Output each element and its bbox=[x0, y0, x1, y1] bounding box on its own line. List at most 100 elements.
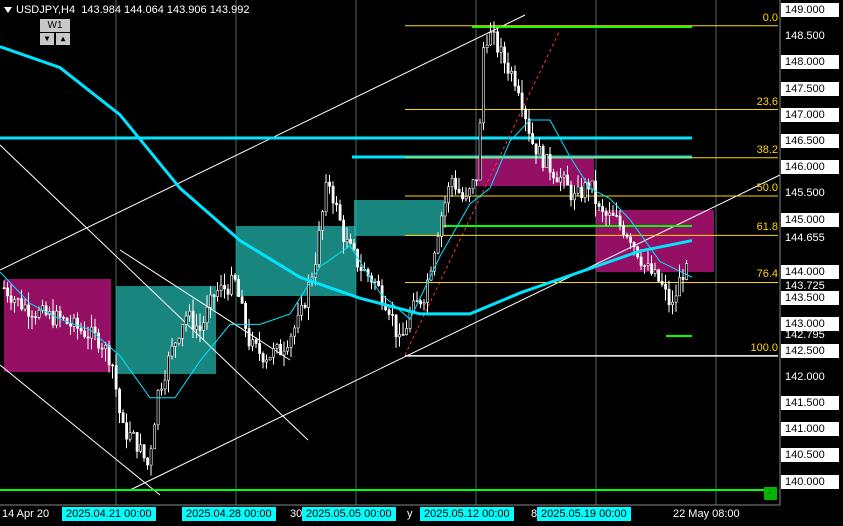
candle-body bbox=[9, 295, 13, 303]
zone-rect bbox=[596, 210, 714, 272]
candle-body bbox=[377, 280, 381, 286]
candle-body bbox=[90, 326, 94, 339]
candle-body bbox=[72, 317, 76, 327]
candle-body bbox=[643, 265, 647, 267]
candle-body bbox=[240, 296, 244, 304]
candle-body bbox=[506, 62, 510, 74]
candle-body bbox=[513, 70, 517, 87]
candle-body bbox=[359, 266, 363, 271]
candle-body bbox=[538, 146, 542, 155]
candle-body bbox=[566, 174, 570, 186]
candle-body bbox=[450, 178, 454, 188]
candle-body bbox=[436, 236, 440, 254]
candle-body bbox=[482, 47, 486, 124]
time-label: 30 bbox=[290, 508, 303, 520]
candle-body bbox=[303, 304, 307, 308]
corner-button[interactable]: - bbox=[764, 487, 777, 500]
trend-line bbox=[129, 174, 781, 491]
candle-body bbox=[653, 269, 657, 274]
price-label: 147.500 bbox=[781, 81, 839, 96]
price-label: 143.500 bbox=[781, 291, 839, 306]
candle-body bbox=[293, 327, 297, 337]
price-label: 147.000 bbox=[781, 107, 839, 122]
candle-body bbox=[191, 310, 195, 330]
fib-label: 0.0 bbox=[762, 11, 778, 24]
candle-body bbox=[597, 203, 601, 207]
candle-body bbox=[618, 215, 622, 226]
dropdown-triangle-icon[interactable] bbox=[4, 7, 12, 14]
candle-body bbox=[503, 46, 507, 64]
candle-body bbox=[324, 181, 328, 212]
candle-body bbox=[13, 299, 17, 303]
candle-body bbox=[615, 215, 619, 217]
candle-body bbox=[632, 242, 636, 247]
candle-body bbox=[69, 323, 73, 327]
candle-body bbox=[408, 311, 412, 329]
time-label: 2025.05.19 00:00 bbox=[537, 507, 631, 521]
time-label: 14 Apr 20 bbox=[2, 508, 50, 520]
candle-body bbox=[216, 290, 220, 297]
candle-body bbox=[639, 256, 643, 267]
candle-body bbox=[251, 339, 255, 347]
candle-body bbox=[447, 186, 451, 204]
candle-body bbox=[629, 236, 633, 243]
candle-body bbox=[107, 345, 111, 366]
candle-body bbox=[552, 171, 556, 179]
candle-body bbox=[286, 347, 290, 352]
price-label: 141.000 bbox=[781, 422, 839, 437]
price-label: 145.500 bbox=[785, 187, 825, 200]
candle-body bbox=[342, 219, 346, 242]
candle-body bbox=[590, 180, 594, 190]
price-chart[interactable] bbox=[0, 0, 843, 526]
symbol-timeframe: USDJPY,H4 bbox=[16, 4, 76, 16]
candle-body bbox=[275, 344, 279, 349]
price-label: 144.000 bbox=[781, 265, 839, 279]
candle-body bbox=[230, 275, 234, 295]
candle-body bbox=[233, 275, 237, 280]
candle-body bbox=[34, 316, 38, 318]
candle-body bbox=[20, 298, 24, 310]
candle-body bbox=[321, 211, 325, 231]
candle-body bbox=[499, 46, 503, 53]
candle-body bbox=[345, 239, 349, 242]
candle-body bbox=[139, 444, 143, 452]
candle-body bbox=[114, 365, 118, 390]
candle-body bbox=[664, 284, 668, 290]
price-label: 140.500 bbox=[781, 448, 839, 463]
timeframe-down-button[interactable]: ▼ bbox=[40, 33, 54, 45]
candle-body bbox=[492, 31, 496, 33]
price-label: 146.500 bbox=[781, 134, 839, 148]
zone-rect bbox=[354, 200, 444, 236]
trend-line bbox=[0, 364, 161, 496]
candle-body bbox=[76, 317, 80, 329]
candle-body bbox=[202, 322, 206, 331]
fib-label: 23.6 bbox=[756, 95, 778, 108]
candle-body bbox=[177, 338, 181, 344]
price-label: 142.500 bbox=[781, 343, 839, 358]
price-label: 141.500 bbox=[781, 396, 839, 410]
candle-body bbox=[440, 215, 444, 237]
candle-body bbox=[559, 176, 563, 183]
candle-body bbox=[338, 204, 342, 221]
candle-body bbox=[496, 31, 500, 53]
candle-body bbox=[23, 304, 27, 310]
candle-body bbox=[534, 143, 538, 155]
timeframe-up-button[interactable]: ▲ bbox=[56, 33, 70, 45]
candle-body bbox=[149, 448, 153, 466]
candle-body bbox=[520, 92, 524, 110]
candle-body bbox=[569, 184, 573, 201]
candle-body bbox=[58, 310, 62, 318]
candle-body bbox=[335, 202, 339, 205]
candle-body bbox=[674, 295, 678, 303]
price-label: 146.000 bbox=[781, 160, 839, 175]
timeframe-label[interactable]: W1 bbox=[40, 19, 70, 32]
candle-body bbox=[671, 301, 675, 306]
candle-body bbox=[30, 315, 34, 318]
candle-body bbox=[300, 304, 304, 316]
candle-body bbox=[510, 70, 514, 74]
price-label: 140.000 bbox=[781, 474, 839, 489]
candle-body bbox=[62, 316, 66, 319]
fib-label: 100.0 bbox=[750, 341, 778, 354]
candle-body bbox=[265, 359, 269, 363]
candle-body bbox=[142, 444, 146, 459]
